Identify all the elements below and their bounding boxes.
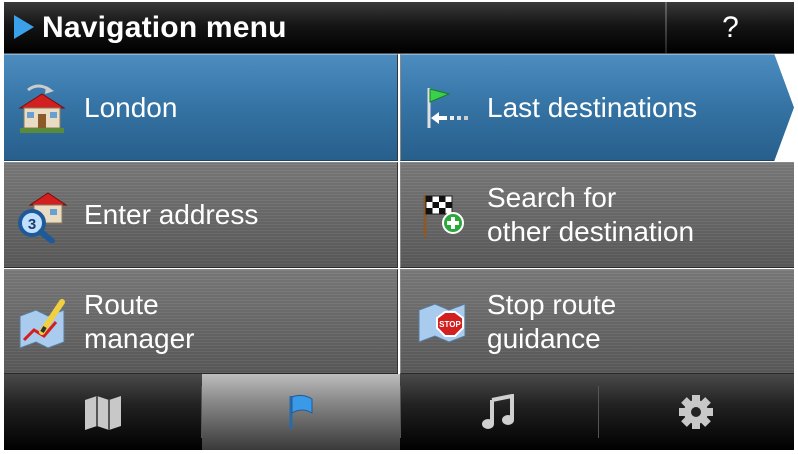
checkered-flag-add-icon bbox=[423, 195, 464, 237]
map-icon bbox=[84, 396, 121, 430]
menu-item-last-destinations[interactable]: Last destinations bbox=[400, 54, 794, 161]
menu-item-label: London bbox=[84, 91, 177, 125]
tab-settings[interactable] bbox=[598, 374, 794, 450]
menu-item-label: Route manager bbox=[84, 288, 195, 356]
svg-text:STOP: STOP bbox=[439, 320, 461, 329]
help-label: ? bbox=[722, 10, 739, 44]
label-line: Stop route bbox=[487, 288, 617, 320]
flag-icon bbox=[289, 394, 313, 429]
label-line: manager bbox=[84, 322, 195, 354]
header-bar: Navigation menu ? bbox=[4, 2, 794, 54]
tab-navigation[interactable] bbox=[202, 374, 400, 450]
play-arrow-icon bbox=[14, 14, 34, 39]
label-line: London bbox=[84, 91, 178, 123]
menu-item-label: Search for other destination bbox=[487, 181, 694, 249]
menu-grid: London Last destinations 3 Enter address… bbox=[4, 54, 794, 374]
label-line: other destination bbox=[487, 216, 695, 247]
address-search-icon: 3 bbox=[18, 192, 68, 243]
route-map-pen-icon bbox=[19, 298, 65, 349]
bottom-tab-bar bbox=[4, 374, 794, 450]
menu-item-search-other-destination[interactable]: Search for other destination bbox=[400, 162, 794, 268]
menu-item-label: Enter address bbox=[84, 198, 258, 232]
label-line: Route bbox=[84, 288, 159, 320]
menu-item-home[interactable]: London bbox=[4, 54, 398, 161]
menu-item-label: Last destinations bbox=[487, 91, 697, 125]
tab-map[interactable] bbox=[4, 374, 201, 450]
stop-sign-icon: STOP bbox=[418, 302, 466, 343]
gear-icon bbox=[679, 395, 713, 429]
menu-item-enter-address[interactable]: 3 Enter address bbox=[4, 162, 398, 268]
label-line: Enter address bbox=[84, 199, 259, 230]
music-note-icon bbox=[481, 394, 514, 429]
svg-text:3: 3 bbox=[28, 216, 36, 233]
label-line: Last destinations bbox=[487, 91, 698, 123]
page-title: Navigation menu bbox=[42, 10, 287, 44]
help-button[interactable]: ? bbox=[667, 2, 794, 53]
menu-item-stop-route-guidance[interactable]: STOP Stop route guidance bbox=[400, 269, 794, 374]
label-line: guidance bbox=[487, 322, 601, 354]
navigation-screen: Navigation menu ? London Last destinatio… bbox=[0, 0, 798, 454]
menu-item-route-manager[interactable]: Route manager bbox=[4, 269, 398, 374]
label-line: Search for bbox=[487, 182, 617, 213]
home-icon bbox=[18, 84, 66, 133]
title-area: Navigation menu bbox=[14, 2, 287, 53]
menu-item-label: Stop route guidance bbox=[487, 288, 616, 356]
flag-history-icon bbox=[427, 87, 468, 128]
tab-music[interactable] bbox=[400, 374, 597, 450]
